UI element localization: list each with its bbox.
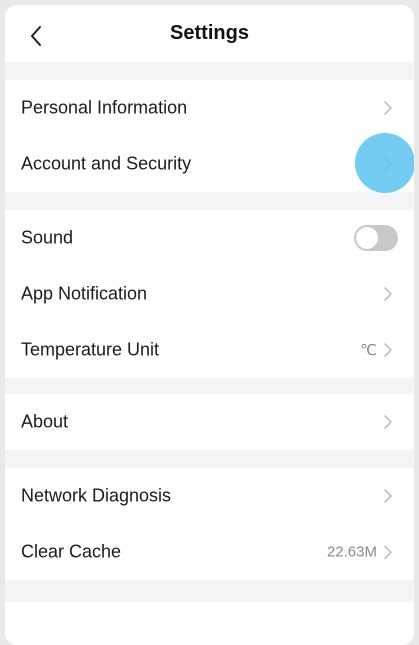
touch-indicator bbox=[355, 133, 414, 193]
row-label: Clear Cache bbox=[21, 541, 122, 562]
settings-row-clear-cache[interactable]: Clear Cache 22.63M bbox=[5, 524, 414, 580]
section-divider bbox=[5, 450, 414, 468]
settings-row-network-diagnosis[interactable]: Network Diagnosis bbox=[5, 468, 414, 524]
row-label: Temperature Unit bbox=[21, 339, 160, 360]
row-label: Sound bbox=[21, 227, 74, 248]
section-divider bbox=[5, 192, 414, 210]
row-label: About bbox=[21, 411, 69, 432]
temperature-unit-value: ℃ bbox=[360, 342, 377, 359]
row-label: App Notification bbox=[21, 283, 148, 304]
chevron-right-icon bbox=[384, 287, 392, 301]
section-divider bbox=[5, 62, 414, 80]
row-label: Network Diagnosis bbox=[21, 485, 172, 506]
page-title: Settings bbox=[170, 22, 249, 44]
sound-toggle[interactable] bbox=[354, 225, 398, 251]
settings-row-account-and-security[interactable]: Account and Security bbox=[5, 136, 414, 192]
row-label: Personal Information bbox=[21, 97, 188, 118]
section-divider bbox=[5, 378, 414, 394]
chevron-right-icon bbox=[384, 101, 392, 115]
header: Settings bbox=[5, 5, 414, 65]
chevron-right-icon bbox=[384, 343, 392, 357]
toggle-knob bbox=[356, 227, 378, 249]
settings-row-about[interactable]: About bbox=[5, 394, 414, 450]
chevron-right-icon bbox=[384, 415, 392, 429]
chevron-right-icon bbox=[384, 545, 392, 559]
settings-row-sound: Sound bbox=[5, 210, 414, 266]
section-divider bbox=[5, 580, 414, 602]
cache-size-value: 22.63M bbox=[326, 543, 377, 561]
settings-row-temperature-unit[interactable]: Temperature Unit ℃ bbox=[5, 322, 414, 378]
settings-row-app-notification[interactable]: App Notification bbox=[5, 266, 414, 322]
settings-row-personal-information[interactable]: Personal Information bbox=[5, 80, 414, 136]
chevron-right-icon bbox=[384, 489, 392, 503]
row-label: Account and Security bbox=[21, 153, 192, 174]
settings-screen: Settings Personal Information Account an… bbox=[5, 5, 414, 645]
